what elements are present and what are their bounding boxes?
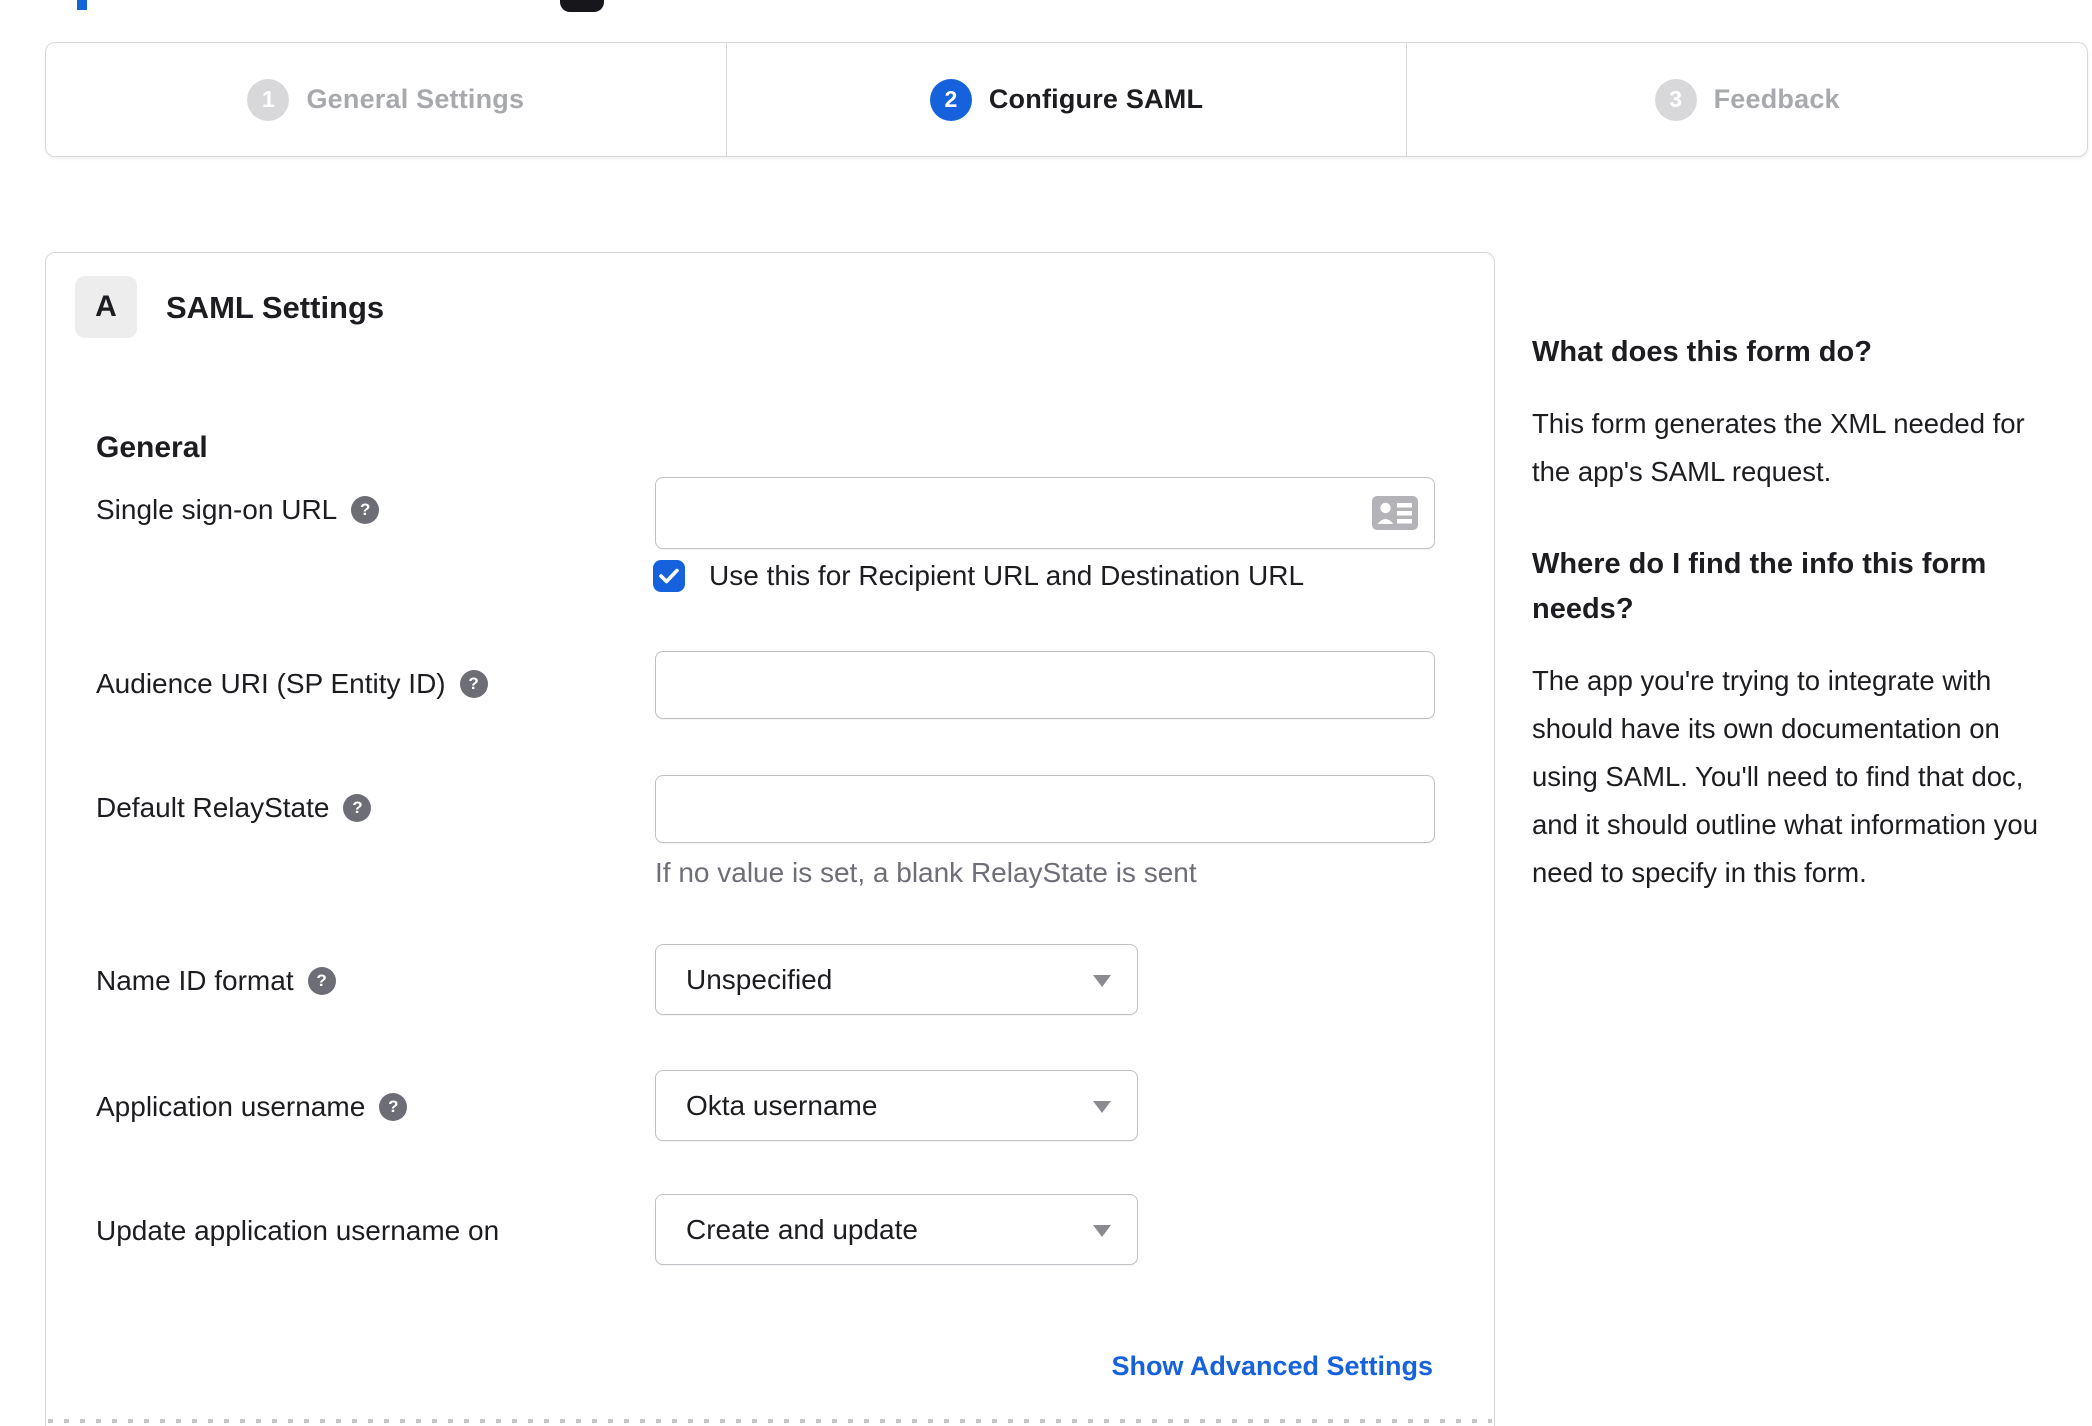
default-relaystate-input[interactable] (655, 775, 1435, 843)
recipient-url-checkbox-label[interactable]: Use this for Recipient URL and Destinati… (709, 559, 1304, 593)
sso-url-label-text: Single sign-on URL (96, 494, 338, 525)
sso-url-label: Single sign-on URL ? (96, 493, 380, 527)
audience-uri-input[interactable] (655, 651, 1435, 719)
panel-title: SAML Settings (166, 290, 385, 325)
step-label: General Settings (306, 84, 525, 114)
step-configure-saml[interactable]: 2 Configure SAML (725, 43, 1407, 156)
sso-url-input[interactable] (655, 477, 1435, 549)
recipient-url-checkbox[interactable] (653, 560, 685, 592)
help-answer-2: The app you're trying to integrate with … (1532, 665, 2039, 888)
step-label: Configure SAML (988, 84, 1204, 114)
help-icon[interactable]: ? (379, 1093, 408, 1121)
general-section-heading: General (96, 431, 208, 464)
show-advanced-settings-link[interactable]: Show Advanced Settings (1111, 1351, 1433, 1382)
step-number-badge: 1 (247, 78, 290, 121)
saml-settings-panel: A SAML Settings General Single sign-on U… (45, 252, 1495, 1426)
help-answer-1: This form generates the XML needed for t… (1532, 408, 2025, 487)
default-relaystate-label: Default RelayState ? (96, 791, 372, 825)
name-id-format-label-text: Name ID format (96, 965, 294, 996)
clipped-top-element (77, 0, 87, 10)
help-icon[interactable]: ? (343, 794, 372, 822)
chevron-down-icon (1093, 1224, 1111, 1237)
name-id-format-label: Name ID format ? (96, 964, 336, 998)
application-username-label: Application username ? (96, 1090, 408, 1124)
application-username-value: Okta username (686, 1089, 878, 1121)
step-number-badge: 2 (929, 78, 972, 121)
help-icon[interactable]: ? (307, 967, 336, 995)
default-relaystate-label-text: Default RelayState (96, 792, 330, 823)
check-icon (659, 568, 679, 584)
application-username-label-text: Application username (96, 1091, 366, 1122)
contact-card-icon[interactable] (1372, 496, 1418, 530)
update-username-value: Create and update (686, 1213, 918, 1245)
wizard-stepper: 1 General Settings 2 Configure SAML 3 Fe… (45, 42, 2088, 157)
audience-uri-label-text: Audience URI (SP Entity ID) (96, 668, 446, 699)
step-number-badge: 3 (1654, 78, 1697, 121)
saml-setup-wizard-page: 1 General Settings 2 Configure SAML 3 Fe… (0, 0, 2092, 1426)
name-id-format-select[interactable]: Unspecified (655, 944, 1138, 1015)
step-label: Feedback (1713, 84, 1840, 114)
update-username-label: Update application username on (96, 1214, 499, 1248)
update-username-label-text: Update application username on (96, 1215, 500, 1246)
help-sidebar: What does this form do? This form genera… (1532, 330, 2052, 897)
update-username-select[interactable]: Create and update (655, 1194, 1138, 1265)
section-a-badge: A (75, 276, 137, 338)
name-id-format-value: Unspecified (686, 963, 833, 995)
step-feedback[interactable]: 3 Feedback (1406, 43, 2087, 156)
help-icon[interactable]: ? (459, 670, 488, 698)
dashed-section-divider (48, 1419, 1492, 1423)
relaystate-hint: If no value is set, a blank RelayState i… (655, 857, 1197, 888)
step-general-settings[interactable]: 1 General Settings (46, 43, 726, 156)
chevron-down-icon (1093, 974, 1111, 987)
chevron-down-icon (1093, 1100, 1111, 1113)
application-username-select[interactable]: Okta username (655, 1070, 1138, 1141)
clipped-top-icon (560, 0, 604, 12)
help-question-2: Where do I find the info this form needs… (1532, 548, 1987, 625)
help-question-1: What does this form do? (1532, 336, 1872, 368)
audience-uri-label: Audience URI (SP Entity ID) ? (96, 667, 488, 701)
help-icon[interactable]: ? (351, 496, 380, 524)
